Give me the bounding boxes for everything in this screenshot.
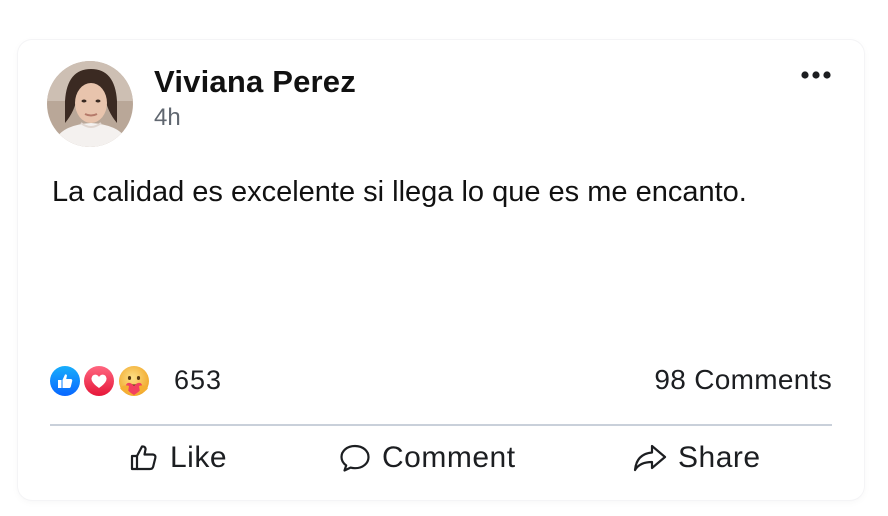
reaction-count: 653	[174, 364, 223, 395]
post-text: La calidad es excelente si llega lo que …	[52, 176, 747, 208]
share-button[interactable]: Share	[632, 432, 761, 484]
comment-label: Comment	[382, 441, 516, 474]
more-dots-icon	[801, 71, 831, 79]
reactions-summary[interactable]: 653	[48, 360, 222, 400]
author-avatar[interactable]	[47, 61, 133, 147]
comments-count-link[interactable]: 98 Comments	[654, 364, 832, 396]
avatar-photo	[47, 61, 133, 147]
like-label: Like	[170, 441, 228, 474]
post-action-bar: Like Comment Share	[50, 432, 832, 484]
like-button[interactable]: Like	[128, 432, 227, 484]
like-reaction-icon	[48, 364, 82, 398]
love-reaction-icon	[82, 364, 116, 398]
actions-divider	[50, 424, 832, 426]
reaction-icons	[48, 360, 158, 400]
care-reaction-icon	[116, 364, 150, 398]
share-arrow-icon	[633, 444, 667, 472]
more-options-button[interactable]	[798, 65, 834, 85]
post-timestamp[interactable]: 4h	[154, 104, 181, 132]
comment-button[interactable]: Comment	[338, 432, 516, 484]
comment-bubble-icon	[340, 444, 370, 472]
thumbs-up-icon	[130, 445, 157, 471]
post-card: Viviana Perez 4h La calidad es excelente…	[18, 40, 864, 500]
author-name[interactable]: Viviana Perez	[154, 64, 356, 100]
share-label: Share	[678, 441, 761, 474]
